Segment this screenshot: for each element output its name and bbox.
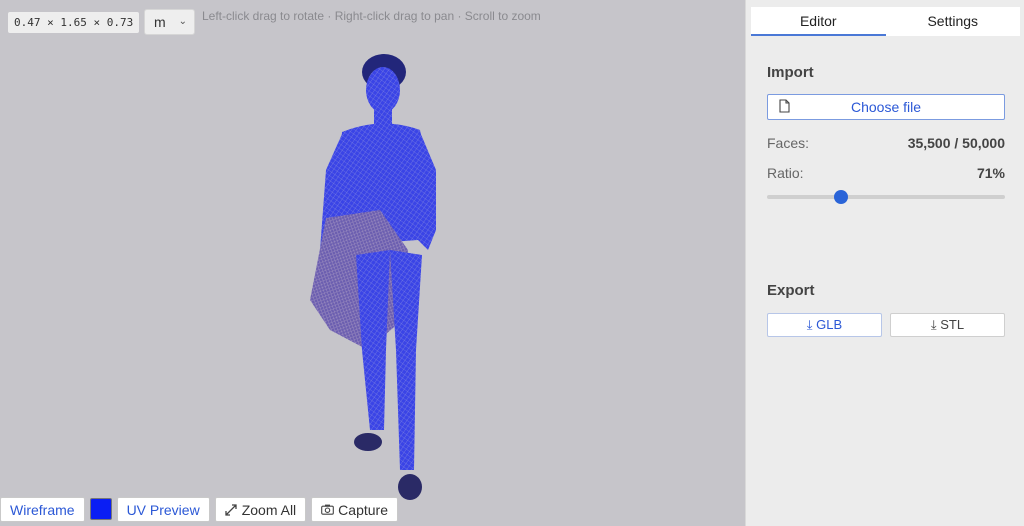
expand-icon	[225, 503, 237, 516]
tab-settings[interactable]: Settings	[886, 7, 1021, 36]
export-glb-button[interactable]: ⤓ GLB	[767, 313, 882, 337]
choose-file-button[interactable]: Choose file	[767, 94, 1005, 120]
download-icon: ⤓	[930, 317, 937, 332]
capture-button[interactable]: Capture	[311, 497, 398, 522]
ratio-value: 71%	[976, 165, 1005, 181]
choose-file-label: Choose file	[850, 99, 922, 115]
download-icon: ⤓	[806, 317, 813, 332]
uv-preview-button[interactable]: UV Preview	[116, 497, 210, 522]
file-icon	[779, 99, 790, 113]
zoom-all-button[interactable]: Zoom All	[214, 497, 307, 522]
unit-value: m	[154, 14, 166, 30]
capture-label: Capture	[338, 501, 388, 518]
tab-editor[interactable]: Editor	[751, 7, 886, 36]
chevron-down-icon: ⌄	[178, 16, 187, 27]
wireframe-color-swatch[interactable]	[89, 498, 112, 520]
ratio-slider[interactable]	[767, 190, 1005, 204]
zoom-all-label: Zoom All	[241, 501, 297, 518]
viewport-toolbar: Wireframe UV Preview Zoom All Capture	[0, 497, 403, 522]
ratio-label: Ratio:	[767, 165, 804, 181]
faces-row: Faces: 35,500 / 50,000	[767, 135, 1005, 151]
controls-hint: Left-click drag to rotate · Right-click …	[202, 9, 541, 23]
camera-icon	[321, 504, 335, 515]
side-panel: Editor Settings Import Choose file Faces…	[745, 0, 1024, 526]
export-stl-button[interactable]: ⤓ STL	[890, 313, 1005, 337]
wireframe-model	[310, 54, 436, 500]
export-heading: Export	[767, 282, 815, 299]
ratio-row: Ratio: 71%	[767, 165, 1005, 181]
glb-label: GLB	[816, 317, 843, 332]
panel-tabs: Editor Settings	[751, 7, 1020, 36]
dimensions-readout: 0.47 × 1.65 × 0.73	[8, 12, 140, 33]
unit-select[interactable]: m ⌄	[144, 9, 195, 35]
wireframe-button[interactable]: Wireframe	[0, 497, 85, 522]
faces-value: 35,500 / 50,000	[907, 135, 1005, 151]
stl-label: STL	[940, 317, 965, 332]
faces-label: Faces:	[767, 135, 810, 151]
3d-viewport[interactable]: 0.47 × 1.65 × 0.73 m ⌄ Left-click drag t…	[0, 0, 745, 526]
slider-thumb[interactable]	[834, 190, 848, 204]
import-heading: Import	[767, 64, 814, 81]
